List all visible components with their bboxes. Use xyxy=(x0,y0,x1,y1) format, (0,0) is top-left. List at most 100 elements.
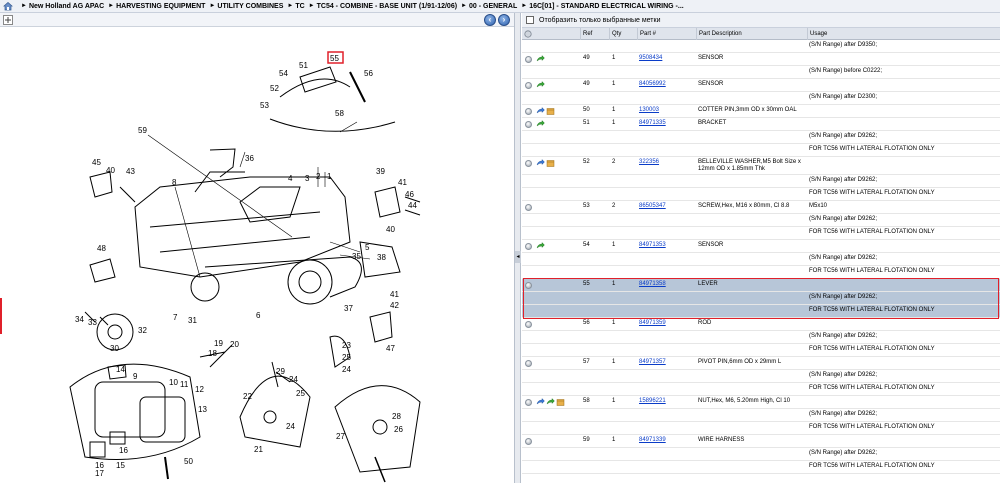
table-row[interactable]: FOR TC56 WITH LATERAL FLOTATION ONLY xyxy=(522,344,1000,357)
col-part[interactable]: Part # xyxy=(637,28,696,40)
part-number-link[interactable]: 322356 xyxy=(639,159,695,166)
part-number-link[interactable]: 84971359 xyxy=(639,320,695,327)
table-row[interactable]: FOR TC56 WITH LATERAL FLOTATION ONLY xyxy=(522,383,1000,396)
row-select-icon[interactable] xyxy=(525,282,532,289)
table-row[interactable]: 52 2 322356 BELLEVILLE WASHER,M5 Bolt Size … xyxy=(522,157,1000,175)
row-select-icon[interactable] xyxy=(525,321,532,328)
table-row[interactable]: (S/N Range) after D9262; xyxy=(522,331,1000,344)
table-row[interactable]: 53 2 86505347 SCREW,Hex, M16 x 80mm, Cl 8.8… xyxy=(522,201,1000,214)
part-number-link[interactable]: 84971339 xyxy=(639,437,695,444)
table-row[interactable]: 59 1 84971339 WIRE HARNESS xyxy=(522,435,1000,448)
table-row[interactable]: 51 1 84971335 BRACKET xyxy=(522,118,1000,131)
row-select-icon[interactable] xyxy=(525,438,532,445)
qty-cell: 1 xyxy=(612,81,616,87)
table-row[interactable]: (S/N Range) after D9262; xyxy=(522,370,1000,383)
table-row[interactable]: (S/N Range) before C0222; xyxy=(522,66,1000,79)
table-row[interactable]: FOR TC56 WITH LATERAL FLOTATION ONLY xyxy=(522,422,1000,435)
table-row[interactable]: 49 1 84056992 SENSOR xyxy=(522,79,1000,92)
table-row[interactable]: FOR TC56 WITH LATERAL FLOTATION ONLY xyxy=(522,266,1000,279)
table-row[interactable]: (S/N Range) after D2300; xyxy=(522,92,1000,105)
row-select-icon[interactable] xyxy=(525,360,532,367)
table-row[interactable]: 58 1 15896221 NUT,Hex, M6, 5.20mm High, Cl … xyxy=(522,396,1000,409)
breadcrumb-item[interactable]: UTILITY COMBINES xyxy=(217,3,283,10)
table-row[interactable]: FOR TC56 WITH LATERAL FLOTATION ONLY xyxy=(522,188,1000,201)
row-select-icon[interactable] xyxy=(525,108,532,115)
table-row[interactable]: (S/N Range) after D9262; xyxy=(522,409,1000,422)
replacement-arrow-icon[interactable] xyxy=(536,107,545,115)
package-box-icon[interactable] xyxy=(556,398,565,406)
row-select-icon[interactable] xyxy=(525,56,532,63)
part-number-link[interactable]: 84971357 xyxy=(639,359,695,366)
table-row[interactable]: 56 1 84971359 ROD xyxy=(522,318,1000,331)
package-box-icon[interactable] xyxy=(546,159,555,167)
part-number-link[interactable]: 9508434 xyxy=(639,55,695,62)
table-row[interactable]: (S/N Range) after D9262; xyxy=(522,131,1000,144)
table-row[interactable]: (S/N Range) after D9350; xyxy=(522,40,1000,53)
home-icon[interactable] xyxy=(3,1,13,11)
add-to-cart-arrow-icon[interactable] xyxy=(536,120,545,128)
breadcrumb-separator-icon: ► xyxy=(308,3,315,9)
part-number-link[interactable]: 84971353 xyxy=(639,242,695,249)
add-to-cart-arrow-icon[interactable] xyxy=(546,398,555,406)
col-ref[interactable]: Ref xyxy=(580,28,609,40)
col-description[interactable]: Part Description xyxy=(696,28,807,40)
table-row[interactable]: (S/N Range) after D9262; xyxy=(522,448,1000,461)
expand-icon[interactable] xyxy=(3,15,13,25)
table-row[interactable]: FOR TC56 WITH LATERAL FLOTATION ONLY xyxy=(522,461,1000,474)
package-box-icon[interactable] xyxy=(546,107,555,115)
row-select-icon[interactable] xyxy=(525,82,532,89)
breadcrumb-item[interactable]: 00 - GENERAL xyxy=(469,3,517,10)
svg-text:53: 53 xyxy=(260,101,269,110)
table-row[interactable]: 55 1 84971358 LEVER xyxy=(522,279,1000,292)
breadcrumb-item[interactable]: 16C[01] - STANDARD ELECTRICAL WIRING -..… xyxy=(529,3,684,10)
row-select-icon[interactable] xyxy=(525,204,532,211)
breadcrumb-item[interactable]: HARVESTING EQUIPMENT xyxy=(116,3,205,10)
table-row[interactable]: FOR TC56 WITH LATERAL FLOTATION ONLY xyxy=(522,305,1000,318)
svg-text:54: 54 xyxy=(279,69,288,78)
collapse-arrow-icon[interactable]: ◂ xyxy=(515,251,521,263)
replacement-arrow-icon[interactable] xyxy=(536,398,545,406)
table-row[interactable]: 49 1 9508434 SENSOR xyxy=(522,53,1000,66)
svg-text:32: 32 xyxy=(138,326,147,335)
ref-cell: 49 xyxy=(583,81,590,87)
description-cell: SCREW,Hex, M16 x 80mm, Cl 8.8 xyxy=(698,203,790,209)
breadcrumb-item[interactable]: TC54 - COMBINE - BASE UNIT (1/91-12/06) xyxy=(317,3,457,10)
part-number-link[interactable]: 86505347 xyxy=(639,203,695,210)
select-all-icon[interactable] xyxy=(524,30,532,38)
usage-cell: FOR TC56 WITH LATERAL FLOTATION ONLY xyxy=(809,385,935,391)
table-row[interactable]: 57 1 84971357 PIVOT PIN,6mm OD x 29mm L xyxy=(522,357,1000,370)
breadcrumb-item[interactable]: New Holland AG APAC xyxy=(29,3,104,10)
table-row[interactable]: (S/N Range) after D9262; xyxy=(522,292,1000,305)
add-to-cart-arrow-icon[interactable] xyxy=(536,81,545,89)
part-number-link[interactable]: 15896221 xyxy=(639,398,695,405)
previous-button[interactable]: ‹ xyxy=(484,14,496,26)
next-button[interactable]: › xyxy=(498,14,510,26)
replacement-arrow-icon[interactable] xyxy=(536,159,545,167)
svg-text:23: 23 xyxy=(342,341,351,350)
add-to-cart-arrow-icon[interactable] xyxy=(536,55,545,63)
breadcrumb-item[interactable]: TC xyxy=(295,3,304,10)
svg-text:52: 52 xyxy=(270,84,279,93)
row-select-icon[interactable] xyxy=(525,243,532,250)
col-qty[interactable]: Qty xyxy=(609,28,637,40)
table-row[interactable]: (S/N Range) after D9262; xyxy=(522,214,1000,227)
table-row[interactable]: (S/N Range) after D9262; xyxy=(522,175,1000,188)
pane-splitter[interactable]: ◂ xyxy=(515,13,521,483)
table-row[interactable]: 50 1 130003 COTTER PIN,3mm OD x 30mm OAL xyxy=(522,105,1000,118)
col-usage[interactable]: Usage xyxy=(807,28,1000,40)
row-select-icon[interactable] xyxy=(525,160,532,167)
row-select-icon[interactable] xyxy=(525,399,532,406)
svg-text:16: 16 xyxy=(119,446,128,455)
add-to-cart-arrow-icon[interactable] xyxy=(536,242,545,250)
table-row[interactable]: FOR TC56 WITH LATERAL FLOTATION ONLY xyxy=(522,144,1000,157)
exploded-parts-diagram[interactable]: 55 51 54 56 52 53 58 59 36 45 40 43 8 4 … xyxy=(0,27,515,483)
part-number-link[interactable]: 84056992 xyxy=(639,81,695,88)
part-number-link[interactable]: 84971335 xyxy=(639,120,695,127)
part-number-link[interactable]: 84971358 xyxy=(639,281,695,288)
part-number-link[interactable]: 130003 xyxy=(639,107,695,114)
table-row[interactable]: FOR TC56 WITH LATERAL FLOTATION ONLY xyxy=(522,227,1000,240)
row-select-icon[interactable] xyxy=(525,121,532,128)
table-row[interactable]: (S/N Range) after D9262; xyxy=(522,253,1000,266)
table-row[interactable]: 54 1 84971353 SENSOR xyxy=(522,240,1000,253)
show-selected-only-checkbox[interactable] xyxy=(526,16,534,24)
